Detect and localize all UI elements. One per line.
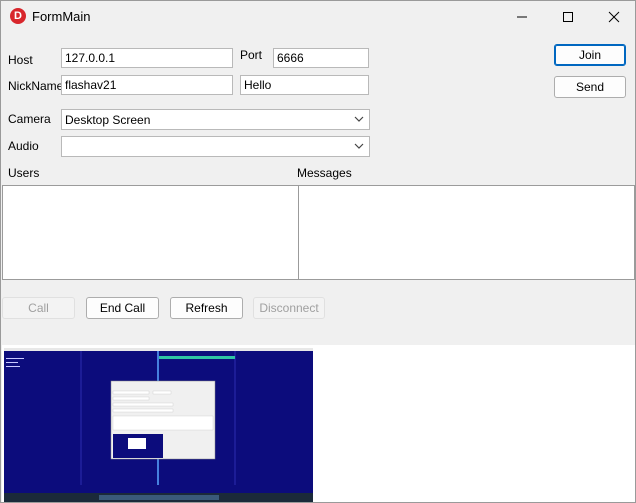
message-input[interactable]: Hello [240, 75, 369, 95]
users-list[interactable] [2, 185, 299, 280]
refresh-button[interactable]: Refresh [170, 297, 243, 319]
camera-select[interactable]: Desktop Screen [61, 109, 370, 130]
nickname-input[interactable]: flashav21 [61, 75, 233, 95]
minimize-button[interactable] [499, 1, 545, 32]
users-label: Users [8, 166, 40, 180]
maximize-button[interactable] [545, 1, 591, 32]
join-button[interactable]: Join [554, 44, 626, 66]
audio-label: Audio [8, 139, 39, 153]
end-call-button[interactable]: End Call [86, 297, 159, 319]
window-title: FormMain [32, 9, 91, 24]
chevron-down-icon [354, 116, 364, 122]
host-input[interactable]: 127.0.0.1 [61, 48, 233, 68]
port-input[interactable]: 6666 [273, 48, 369, 68]
maximize-icon [563, 11, 573, 22]
close-icon [608, 11, 620, 22]
disconnect-button[interactable]: Disconnect [253, 297, 325, 319]
nickname-label: NickName [8, 79, 64, 93]
title-bar[interactable]: D FormMain [1, 1, 635, 32]
send-button[interactable]: Send [554, 76, 626, 98]
close-button[interactable] [591, 1, 635, 32]
camera-select-value: Desktop Screen [65, 113, 151, 127]
messages-list[interactable] [298, 185, 635, 280]
messages-label: Messages [297, 166, 352, 180]
host-label: Host [8, 53, 33, 67]
chevron-down-icon [354, 143, 364, 149]
camera-label: Camera [8, 112, 51, 126]
remote-desktop-preview [4, 348, 313, 502]
app-logo-icon: D [10, 8, 26, 24]
audio-select[interactable] [61, 136, 370, 157]
desktop-screen-thumbnail [4, 348, 313, 502]
port-label: Port [240, 48, 263, 62]
call-button[interactable]: Call [2, 297, 75, 319]
main-window: D FormMain Host 127.0.0.1 Port 6666 Nick… [0, 0, 636, 503]
minimize-icon [517, 16, 527, 17]
